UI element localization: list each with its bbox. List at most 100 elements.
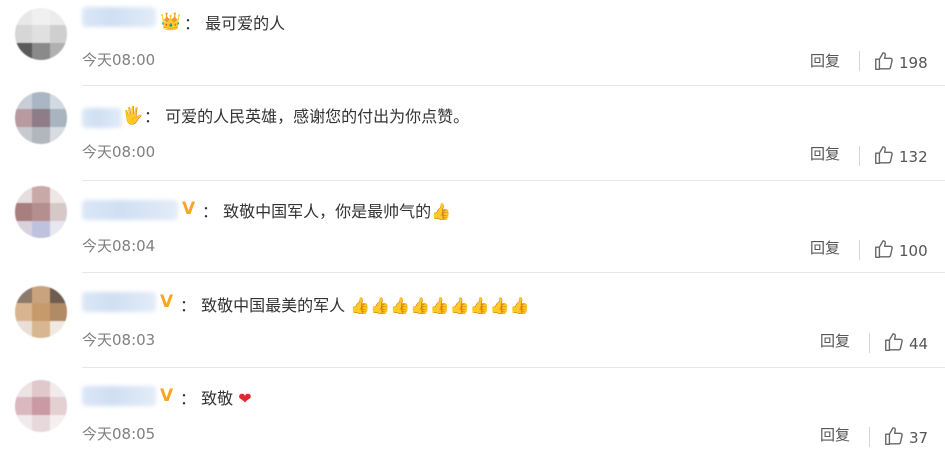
action-separator [869,427,870,447]
action-separator [859,240,860,260]
colon-separator: ： [202,202,219,221]
comment-text: ： 可爱的人民英雄，感谢您的付出为你点赞。 [144,106,469,128]
colon-separator: ： [180,389,197,408]
avatar-mosaic-cell [15,380,33,398]
avatar-mosaic-cell [49,397,67,415]
avatar-mosaic-cell [32,92,50,110]
thumbs-up-icon [883,331,905,357]
avatar[interactable] [15,8,67,60]
comment-body: 最可爱的人 [205,14,286,33]
comment-body: 致敬中国军人，你是最帅气的 [223,202,432,221]
avatar-mosaic-cell [49,92,67,110]
action-separator [859,146,860,166]
comment-text: ： 致敬 ❤ [180,388,252,410]
reply-button[interactable]: 回复 [810,51,840,71]
like-button[interactable]: 198 [873,50,928,76]
avatar-mosaic-cell [49,109,67,127]
avatar-mosaic-cell [15,397,33,415]
avatar-mosaic-cell [15,42,33,60]
avatar-mosaic-cell [49,380,67,398]
avatar-mosaic-cell [15,109,33,127]
avatar-mosaic-cell [49,25,67,43]
thumbs-up-emoji-row-icon: 👍👍👍👍👍👍👍👍👍 [350,296,530,315]
like-button[interactable]: 37 [883,425,928,451]
reply-button[interactable]: 回复 [820,425,850,445]
action-separator [869,333,870,353]
thumbs-up-icon [873,238,895,264]
avatar-mosaic-cell [32,380,50,398]
avatar-mosaic-cell [32,286,50,304]
avatar[interactable] [15,186,67,238]
avatar-mosaic-cell [15,186,33,204]
comment-divider [82,367,945,368]
avatar[interactable] [15,286,67,338]
avatar-mosaic-cell [49,186,67,204]
avatar-mosaic-cell [15,203,33,221]
avatar[interactable] [15,380,67,432]
avatar-mosaic-cell [49,220,67,238]
comment-time: 今天08:05 [82,425,156,443]
hand-badge-icon: 🖐 [122,106,144,126]
thumbs-up-icon [873,50,895,76]
action-separator [859,51,860,71]
avatar-mosaic-cell [32,303,50,321]
username-blurred[interactable] [82,386,156,406]
thumbs-up-icon [873,144,895,170]
avatar-mosaic-cell [49,286,67,304]
username-blurred[interactable] [82,108,122,128]
comment-body: 致敬 [201,389,234,408]
comment-time: 今天08:00 [82,51,156,69]
like-button[interactable]: 132 [873,144,928,170]
comment-time: 今天08:03 [82,331,156,349]
avatar-mosaic-cell [49,303,67,321]
avatar-mosaic-cell [32,414,50,432]
avatar-mosaic-cell [49,320,67,338]
comment-text: ： 致敬中国军人，你是最帅气的👍 [202,201,451,223]
avatar[interactable] [15,92,67,144]
comment-time: 今天08:04 [82,237,156,255]
reply-button[interactable]: 回复 [810,238,840,258]
comment-body: 致敬中国最美的军人 [201,296,346,315]
comment-divider [82,180,945,181]
avatar-mosaic-cell [15,25,33,43]
like-button[interactable]: 44 [883,331,928,357]
username-blurred[interactable] [82,7,156,27]
reply-button[interactable]: 回复 [810,144,840,164]
avatar-mosaic-cell [32,186,50,204]
avatar-mosaic-cell [15,286,33,304]
avatar-mosaic-cell [15,220,33,238]
avatar-mosaic-cell [32,203,50,221]
avatar-mosaic-cell [15,303,33,321]
reply-button[interactable]: 回复 [820,331,850,351]
colon-separator: ： [144,107,161,126]
avatar-mosaic-cell [32,397,50,415]
like-count: 198 [899,54,928,72]
avatar-mosaic-cell [32,42,50,60]
avatar-mosaic-cell [49,203,67,221]
crown-badge-icon: 👑 [160,12,182,32]
avatar-mosaic-cell [32,25,50,43]
verified-v-badge-icon: V [160,292,174,312]
avatar-mosaic-cell [32,320,50,338]
comment-time: 今天08:00 [82,143,156,161]
colon-separator: ： [184,14,201,33]
avatar-mosaic-cell [49,42,67,60]
username-blurred[interactable] [82,292,156,312]
verified-v-badge-icon: V [160,386,174,406]
comment-text: ： 致敬中国最美的军人 👍👍👍👍👍👍👍👍👍 [180,295,530,317]
heart-emoji-icon: ❤ [238,389,252,408]
verified-v-badge-icon: V [182,199,196,219]
avatar-mosaic-cell [15,320,33,338]
like-count: 44 [909,335,929,353]
avatar-mosaic-cell [49,8,67,26]
comment-body: 可爱的人民英雄，感谢您的付出为你点赞。 [165,107,470,126]
username-blurred[interactable] [82,200,178,220]
avatar-mosaic-cell [32,126,50,144]
thumbs-up-emoji-icon: 👍 [431,202,452,221]
like-button[interactable]: 100 [873,238,928,264]
avatar-mosaic-cell [32,220,50,238]
comment-divider [82,272,945,273]
avatar-mosaic-cell [15,414,33,432]
colon-separator: ： [180,296,197,315]
like-count: 37 [909,429,929,447]
